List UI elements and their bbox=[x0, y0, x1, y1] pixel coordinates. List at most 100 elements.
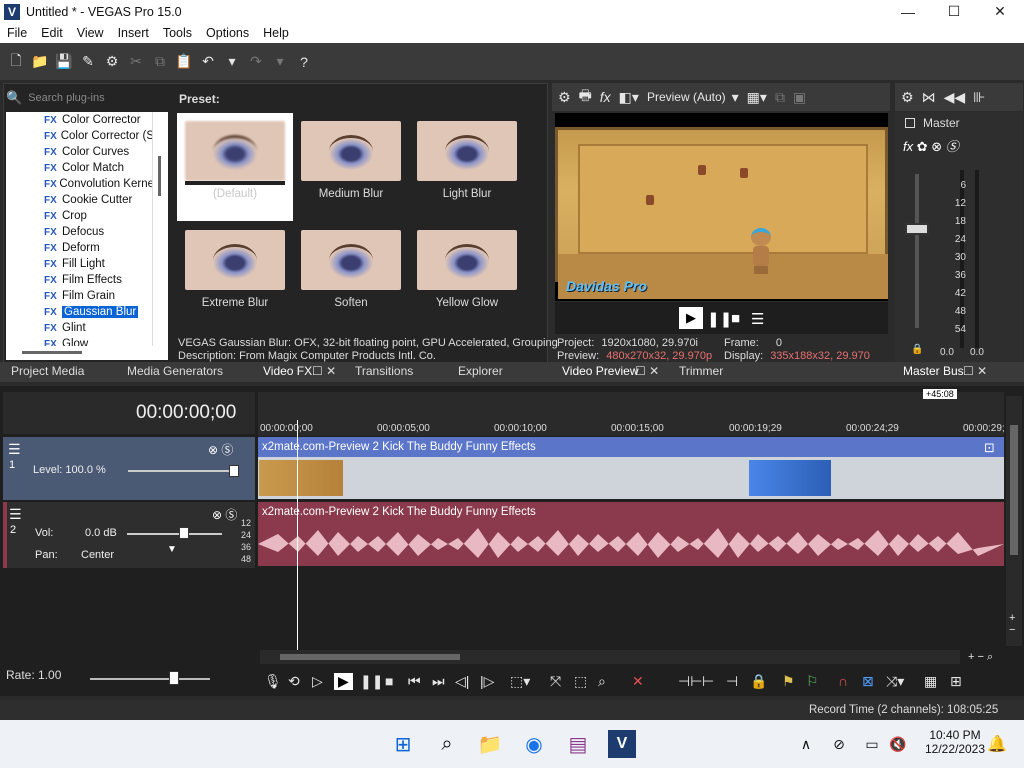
next-frame-icon[interactable]: |▷ bbox=[480, 673, 494, 690]
tab-media-generators[interactable]: Media Generators bbox=[127, 364, 223, 378]
plugin-item[interactable]: FX Film Effects bbox=[44, 272, 152, 288]
previous-frame-icon[interactable]: ◁| bbox=[455, 673, 469, 690]
track-menu-icon[interactable]: ☰ bbox=[8, 441, 21, 458]
trim-end-icon[interactable]: ⊣ bbox=[726, 673, 738, 690]
marker-icon[interactable]: ⚑ bbox=[782, 673, 795, 690]
close-button[interactable]: ✕ bbox=[977, 0, 1023, 23]
region-icon[interactable]: ⚐ bbox=[806, 673, 819, 690]
delete-icon[interactable]: ✕ bbox=[632, 673, 644, 690]
undo-dropdown-icon[interactable]: ▾ bbox=[222, 52, 242, 72]
notification-bell-icon[interactable]: 🔔 bbox=[983, 730, 1011, 758]
auto-ripple-icon[interactable]: ⊠ bbox=[862, 673, 874, 690]
volume-icon[interactable]: ◀◀ bbox=[944, 89, 966, 106]
play-from-start-icon[interactable]: ▷ bbox=[312, 673, 323, 690]
snapping-icon[interactable]: ∩ bbox=[838, 673, 848, 689]
plugin-tree-vscrollbar[interactable] bbox=[152, 112, 168, 346]
split-screen-icon[interactable]: ◧▾ bbox=[619, 89, 639, 106]
pan-slider-knob[interactable]: ▼ bbox=[167, 544, 177, 555]
chrome-icon[interactable]: ◉ bbox=[520, 730, 548, 758]
plugin-tree-hscrollbar[interactable] bbox=[6, 346, 168, 360]
master-fader-knob[interactable] bbox=[905, 223, 929, 235]
plugin-search-input[interactable]: 🔍 Search plug-ins bbox=[6, 89, 164, 107]
pause-button[interactable]: ❚❚ bbox=[707, 310, 732, 328]
master-fx-icon[interactable]: fx ✿ ⊗ Ⓢ bbox=[903, 136, 959, 155]
scroll-thumb[interactable] bbox=[280, 654, 460, 660]
network-icon[interactable]: ⊘ bbox=[825, 730, 853, 758]
play-icon[interactable]: ▶ bbox=[334, 673, 353, 690]
copy-snapshot-icon[interactable]: ⧉ bbox=[775, 89, 785, 106]
device-icon[interactable]: 🖶 bbox=[579, 85, 592, 109]
go-to-start-icon[interactable]: ⏮ bbox=[408, 673, 421, 690]
tab-project-media[interactable]: Project Media bbox=[11, 364, 84, 378]
what-is-this-help-icon[interactable]: ? bbox=[294, 52, 314, 72]
play-button[interactable]: ▶ bbox=[679, 307, 703, 329]
redo-dropdown-icon[interactable]: ▾ bbox=[270, 52, 290, 72]
video-track-header[interactable]: ☰ 1 ⊗ Ⓢ Level: 100.0 % bbox=[3, 437, 255, 500]
menu-insert[interactable]: Insert bbox=[111, 26, 156, 40]
stop-button[interactable]: ■ bbox=[731, 310, 740, 327]
scroll-thumb[interactable] bbox=[1010, 425, 1018, 555]
master-settings-gear-icon[interactable]: ⚙ bbox=[901, 89, 914, 106]
selection-tool-icon[interactable]: ⬚ bbox=[574, 673, 587, 690]
vol-slider-knob[interactable] bbox=[179, 527, 189, 539]
tab-master-bus[interactable]: Master Bus bbox=[903, 364, 964, 378]
stop-icon[interactable]: ■ bbox=[385, 673, 393, 689]
menu-options[interactable]: Options bbox=[199, 26, 256, 40]
scroll-thumb[interactable] bbox=[158, 156, 161, 196]
cut-icon[interactable]: ✂ bbox=[126, 52, 146, 72]
paste-icon[interactable]: 📋 bbox=[174, 52, 194, 72]
zoom-in-icon[interactable]: + − ⌕ bbox=[968, 651, 993, 664]
go-to-end-icon[interactable]: ⏭ bbox=[432, 673, 445, 690]
loop-icon[interactable]: ⟲ bbox=[288, 673, 300, 690]
copy-icon[interactable]: ⧉ bbox=[150, 52, 170, 72]
crossfade-icon[interactable]: ⤨▾ bbox=[886, 673, 904, 690]
trim-start-icon[interactable]: ⊢ bbox=[702, 673, 714, 690]
minimize-button[interactable]: — bbox=[885, 0, 931, 23]
taskbar-clock[interactable]: 10:40 PM 12/22/2023 bbox=[920, 728, 990, 756]
save-icon[interactable]: 💾 bbox=[54, 52, 74, 72]
plugin-item[interactable]: FX Glow bbox=[44, 336, 152, 346]
plugin-item[interactable]: FX Crop bbox=[44, 208, 152, 224]
track-menu-icon[interactable]: ☰ bbox=[9, 506, 22, 523]
plugin-item[interactable]: FX Convolution Kerne bbox=[44, 176, 152, 192]
preview-quality-dropdown[interactable]: Preview (Auto) bbox=[647, 90, 726, 104]
plugin-item[interactable]: FX Color Match bbox=[44, 160, 152, 176]
search-icon[interactable]: ⌕ bbox=[433, 730, 461, 758]
fx-mute-solo-icon[interactable]: ⊗ Ⓢ bbox=[212, 506, 237, 523]
master-fader-track[interactable] bbox=[915, 174, 919, 328]
mute-icon[interactable]: ⋈ bbox=[922, 89, 936, 106]
maximize-button[interactable]: ☐ bbox=[931, 0, 977, 23]
tab-transitions[interactable]: Transitions bbox=[355, 364, 413, 378]
preset-medium-blur[interactable]: Medium Blur bbox=[293, 113, 409, 221]
trim-icon[interactable]: ⊣⊢ bbox=[678, 673, 702, 690]
render-as-icon[interactable]: ✎ bbox=[78, 52, 98, 72]
tab-video-preview[interactable]: Video Preview bbox=[562, 364, 639, 378]
plugin-item[interactable]: FX Defocus bbox=[44, 224, 152, 240]
plugin-item[interactable]: FX Color Corrector bbox=[44, 112, 152, 128]
master-label[interactable]: Master bbox=[905, 116, 960, 130]
menu-view[interactable]: View bbox=[70, 26, 111, 40]
plugin-item[interactable]: FX Glint bbox=[44, 320, 152, 336]
mixer-icon[interactable]: ⊪ bbox=[973, 89, 985, 106]
zoom-tool-icon[interactable]: ⌕ bbox=[598, 673, 606, 690]
plugin-item[interactable]: FX Fill Light bbox=[44, 256, 152, 272]
file-explorer-icon[interactable]: 📁 bbox=[476, 730, 504, 758]
tab-video-preview-float-icon[interactable]: ☐ ✕ bbox=[635, 364, 659, 378]
preview-settings-gear-icon[interactable]: ⚙ bbox=[558, 89, 571, 106]
tab-video-fx[interactable]: Video FX bbox=[263, 364, 312, 378]
tab-explorer[interactable]: Explorer bbox=[458, 364, 503, 378]
tab-master-bus-float-icon[interactable]: ☐ ✕ bbox=[963, 364, 987, 378]
fx-icon[interactable]: fx bbox=[600, 89, 611, 105]
new-file-icon[interactable]: 🗋 bbox=[6, 52, 26, 72]
plugin-item[interactable]: FX Film Grain bbox=[44, 288, 152, 304]
menu-tools[interactable]: Tools bbox=[156, 26, 199, 40]
properties-gear-icon[interactable]: ⚙ bbox=[102, 52, 122, 72]
audio-track-header[interactable]: ☰ 2 ⊗ Ⓢ Vol: 0.0 dB Pan: Center ▼ 12 24 … bbox=[3, 502, 255, 568]
level-slider-knob[interactable] bbox=[229, 465, 239, 477]
tab-video-fx-float-icon[interactable]: ☐ ✕ bbox=[312, 364, 336, 378]
record-icon[interactable]: 🎙 bbox=[264, 673, 282, 690]
fx-mute-solo-icon[interactable]: ⊗ Ⓢ bbox=[208, 441, 233, 458]
level-slider-track[interactable] bbox=[128, 470, 238, 472]
show-hidden-icons-chevron-up-icon[interactable]: ∧ bbox=[792, 730, 820, 758]
event-pan-crop-icon[interactable]: ⊡ bbox=[984, 440, 995, 456]
